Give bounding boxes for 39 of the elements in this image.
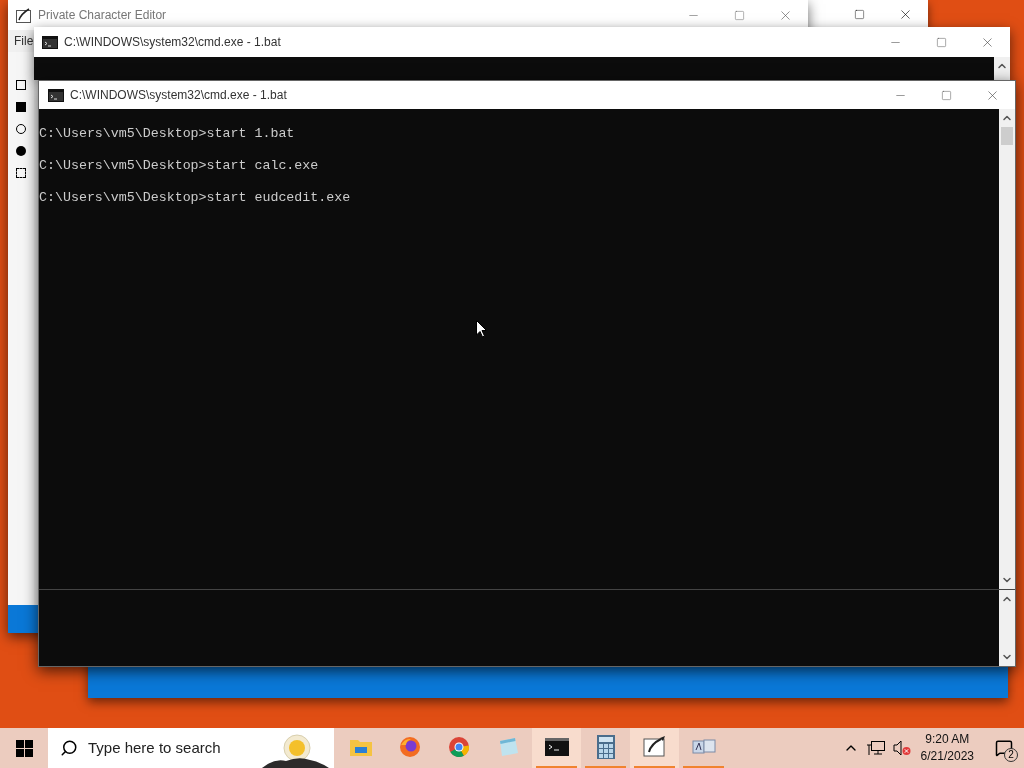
folder-icon — [349, 738, 372, 756]
muted-speaker-icon[interactable] — [892, 740, 911, 756]
network-icon[interactable] — [866, 740, 885, 756]
clock-date[interactable]: 6/21/2023 — [920, 748, 974, 765]
windows-logo-icon[interactable] — [16, 739, 33, 757]
taskbar-app-button[interactable] — [630, 728, 679, 768]
chrome-icon — [447, 736, 470, 758]
notification-icon — [995, 739, 1013, 757]
scrollbar[interactable] — [999, 590, 1015, 666]
pen-pad-icon — [16, 7, 32, 23]
maximize-icon[interactable] — [935, 36, 947, 48]
scrollbar-thumb[interactable] — [1001, 127, 1013, 145]
window-title: C:\WINDOWS\system32\cmd.exe - 1.bat — [70, 87, 287, 104]
window-title: C:\WINDOWS\system32\cmd.exe - 1.bat — [64, 34, 281, 51]
console-icon — [42, 35, 58, 49]
search-icon — [60, 739, 78, 757]
maximize-icon[interactable] — [853, 8, 865, 20]
console-icon — [544, 738, 569, 756]
menu-item[interactable]: File — [14, 32, 34, 50]
pen-pad-icon — [642, 736, 667, 758]
ime-icon — [691, 738, 716, 756]
maximize-icon[interactable] — [940, 89, 952, 101]
console-line: C:\Users\vm5\Desktop>start 1.bat — [39, 126, 295, 142]
window-title: Private Character Editor — [38, 7, 167, 24]
calculator-icon — [596, 735, 615, 759]
notification-count: 2 — [1004, 748, 1018, 762]
clock-time[interactable]: 9:20 AM — [925, 731, 970, 748]
scrollbar[interactable] — [999, 109, 1015, 589]
taskbar-app-button[interactable] — [532, 728, 581, 768]
scrollbar[interactable] — [994, 57, 1010, 80]
console-icon — [48, 88, 64, 102]
notification-button[interactable]: 2 — [984, 728, 1024, 768]
console-line: C:\Users\vm5\Desktop>start eudcedit.exe — [39, 190, 351, 206]
mouse-cursor-icon — [476, 320, 487, 338]
fox-globe-icon — [398, 736, 421, 758]
search-placeholder: Type here to search — [88, 737, 221, 758]
console-line: C:\Users\vm5\Desktop>start calc.exe — [39, 158, 319, 174]
maximize-icon[interactable] — [733, 9, 745, 21]
search-field[interactable]: Type here to search — [48, 728, 334, 768]
